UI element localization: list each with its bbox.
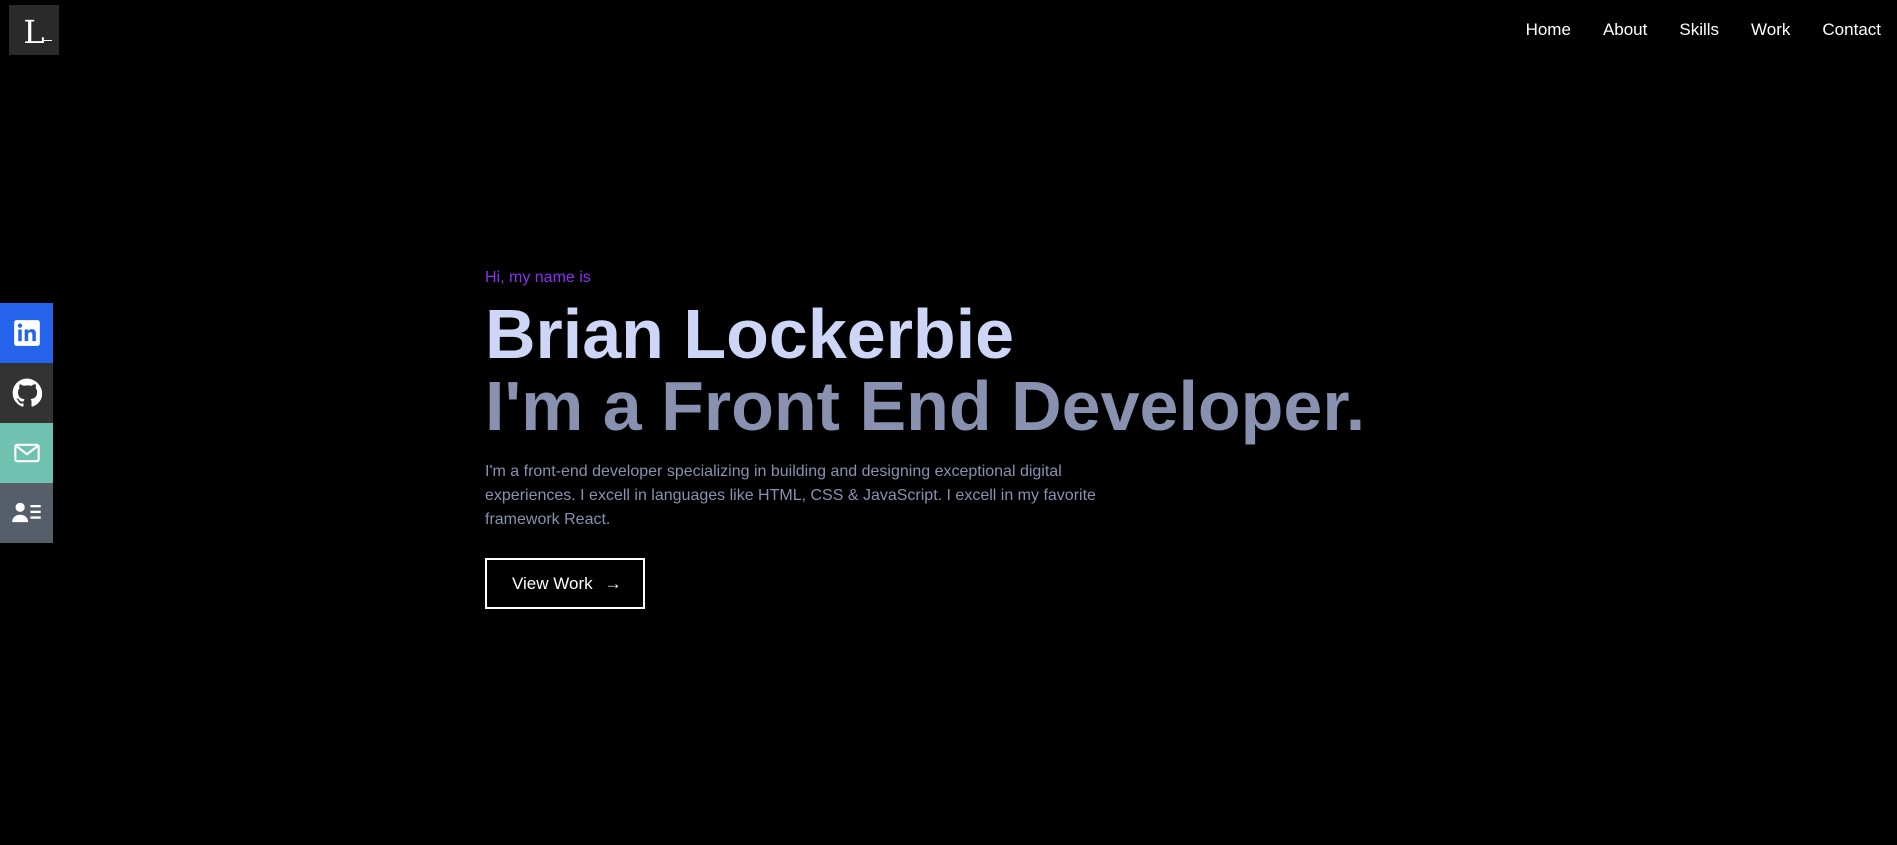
github-icon [12,378,42,407]
mail-icon [13,443,40,463]
greeting-text: Hi, my name is [485,269,591,286]
logo-letter: L [23,13,52,51]
linkedin-icon [13,320,40,346]
hero-description: I'm a front-end developer specializing i… [485,463,1096,528]
email-link[interactable] [0,423,53,483]
nav-work[interactable]: Work [1751,20,1790,40]
main-nav: Home About Skills Work Contact [1494,20,1881,40]
nav-home[interactable]: Home [1526,20,1571,40]
nav-skills[interactable]: Skills [1679,20,1719,40]
hero-section: Hi, my name is Brian Lockerbie I'm a Fro… [485,268,1485,609]
hero-name: Brian Lockerbie [485,295,1015,373]
github-link[interactable] [0,363,53,423]
view-work-button[interactable]: View Work → [485,558,645,609]
hero-role: I'm a Front End Developer. [485,367,1366,445]
linkedin-link[interactable] [0,303,53,363]
nav-contact[interactable]: Contact [1822,20,1881,40]
arrow-right-icon: → [604,573,622,593]
social-sidebar [0,303,53,543]
nav-about[interactable]: About [1603,20,1647,40]
user-card-icon [11,502,41,523]
view-work-label: View Work [512,573,593,593]
header: L Home About Skills Work Contact [0,0,1897,60]
logo[interactable]: L [9,5,59,55]
resume-link[interactable] [0,483,53,543]
